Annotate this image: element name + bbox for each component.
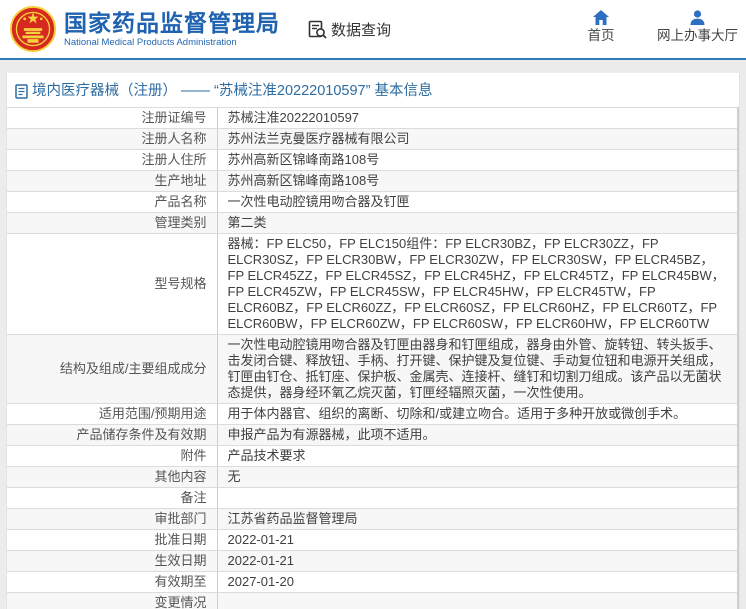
row-label-text: 审批部门 (154, 511, 206, 526)
row-label-text: 附件 (180, 448, 206, 463)
row-label-text: 型号规格 (154, 276, 206, 291)
row-label: 附件 (7, 446, 217, 467)
home-icon (593, 10, 609, 25)
row-label: 注册证编号 (7, 108, 217, 129)
row-label: 注册人住所 (7, 150, 217, 171)
header-logo[interactable]: 国家药品监督管理局 National Medical Products Admi… (10, 6, 280, 52)
row-label: 备注 (7, 488, 217, 509)
row-label-text: 管理类别 (154, 215, 206, 230)
row-value: 用于体内器官、组织的离断、切除和/或建立吻合。适用于多种开放或微创手术。 (217, 404, 738, 425)
table-row: 批准日期 2022-01-21 (7, 530, 738, 551)
table-row: 附件产品技术要求 (7, 446, 738, 467)
table-row: 生效日期 2022-01-21 (7, 551, 738, 572)
nav-item-service-hall[interactable]: 网上办事大厅 (657, 10, 738, 44)
page-gap (0, 60, 746, 73)
agency-name-cn: 国家药品监督管理局 (64, 10, 280, 36)
row-label: 审批部门 (7, 509, 217, 530)
table-row: 管理类别第二类 (7, 213, 738, 234)
row-label: 产品名称 (7, 192, 217, 213)
row-value: 无 (217, 467, 738, 488)
row-value: 申报产品为有源器械，此项不适用。 (217, 425, 738, 446)
row-value: 苏州法兰克曼医疗器械有限公司 (217, 129, 738, 150)
row-label: 有效期至 (7, 572, 217, 593)
table-row: 产品储存条件及有效期申报产品为有源器械，此项不适用。 (7, 425, 738, 446)
row-value: 2027-01-20 (217, 572, 738, 593)
row-value: 2022-01-21 (217, 551, 738, 572)
row-label-text: 有效期至 (154, 574, 206, 589)
row-label: 变更情况 (7, 593, 217, 609)
row-value (217, 488, 738, 509)
row-value (217, 593, 738, 609)
row-value: 产品技术要求 (217, 446, 738, 467)
row-label-text: 其他内容 (154, 469, 206, 484)
person-icon (690, 10, 705, 25)
nav-item-label: 网上办事大厅 (657, 28, 738, 44)
row-label-text: 变更情况 (154, 595, 206, 609)
nav-item-home[interactable]: 首页 (579, 10, 623, 44)
table-row: 结构及组成/主要组成成分一次性电动腔镜用吻合器及钉匣由器身和钉匣组成，器身由外管… (7, 335, 738, 404)
table-row: 备注 (7, 488, 738, 509)
row-label-text: 生效日期 (154, 553, 206, 568)
row-value: 一次性电动腔镜用吻合器及钉匣由器身和钉匣组成，器身由外管、旋转钮、转头扳手、击发… (217, 335, 738, 404)
national-emblem-icon (10, 6, 56, 52)
document-icon (15, 84, 28, 99)
table-row: 生产地址苏州高新区锦峰南路108号 (7, 171, 738, 192)
registration-info-table: 注册证编号苏械注准20222010597注册人名称苏州法兰克曼医疗器械有限公司注… (7, 107, 739, 609)
agency-name-en: National Medical Products Administration (64, 37, 280, 49)
document-search-icon (308, 20, 327, 39)
row-value: 第二类 (217, 213, 738, 234)
row-label: 生效日期 (7, 551, 217, 572)
row-value: 江苏省药品监督管理局 (217, 509, 738, 530)
table-row: 适用范围/预期用途用于体内器官、组织的离断、切除和/或建立吻合。适用于多种开放或… (7, 404, 738, 425)
row-value: 苏州高新区锦峰南路108号 (217, 150, 738, 171)
page-title: 境内医疗器械（注册） —— “苏械注准20222010597” 基本信息 (32, 82, 432, 100)
row-label-text: 适用范围/预期用途 (99, 406, 207, 421)
row-label-text: 批准日期 (154, 532, 206, 547)
data-query-label: 数据查询 (331, 19, 391, 40)
info-table-body: 注册证编号苏械注准20222010597注册人名称苏州法兰克曼医疗器械有限公司注… (7, 108, 738, 609)
page-header: 国家药品监督管理局 National Medical Products Admi… (0, 0, 746, 60)
nav-item-label: 首页 (588, 28, 615, 44)
table-row: 注册人住所苏州高新区锦峰南路108号 (7, 150, 738, 171)
row-label-text: 备注 (180, 490, 206, 505)
row-label-text: 结构及组成/主要组成成分 (60, 361, 207, 376)
row-label-text: 生产地址 (154, 173, 206, 188)
row-label: 注册人名称 (7, 129, 217, 150)
row-value: 器械：FP ELC50，FP ELC150组件：FP ELCR30BZ，FP E… (217, 234, 738, 335)
row-label: 生产地址 (7, 171, 217, 192)
row-label: 适用范围/预期用途 (7, 404, 217, 425)
row-value: 苏械注准20222010597 (217, 108, 738, 129)
row-label: 产品储存条件及有效期 (7, 425, 217, 446)
header-nav: 首页 网上办事大厅 (579, 10, 738, 44)
row-label: 结构及组成/主要组成成分 (7, 335, 217, 404)
data-query-tab[interactable]: 数据查询 (308, 19, 391, 40)
row-value: 2022-01-21 (217, 530, 738, 551)
row-label: 型号规格 (7, 234, 217, 335)
table-row: 其他内容无 (7, 467, 738, 488)
table-row: 注册人名称苏州法兰克曼医疗器械有限公司 (7, 129, 738, 150)
row-label-text: 注册证编号 (141, 110, 206, 125)
table-row: 有效期至 2027-01-20 (7, 572, 738, 593)
table-row: 审批部门江苏省药品监督管理局 (7, 509, 738, 530)
table-row: 产品名称一次性电动腔镜用吻合器及钉匣 (7, 192, 738, 213)
row-value: 一次性电动腔镜用吻合器及钉匣 (217, 192, 738, 213)
row-label: 其他内容 (7, 467, 217, 488)
row-label-text: 产品名称 (154, 194, 206, 209)
content-panel: 境内医疗器械（注册） —— “苏械注准20222010597” 基本信息 注册证… (6, 73, 740, 609)
breadcrumb: 境内医疗器械（注册） —— “苏械注准20222010597” 基本信息 (7, 73, 739, 107)
table-row: 变更情况 (7, 593, 738, 609)
table-row: 型号规格器械：FP ELC50，FP ELC150组件：FP ELCR30BZ，… (7, 234, 738, 335)
row-label-text: 注册人名称 (141, 131, 206, 146)
row-label: 批准日期 (7, 530, 217, 551)
row-value: 苏州高新区锦峰南路108号 (217, 171, 738, 192)
row-label: 管理类别 (7, 213, 217, 234)
table-row: 注册证编号苏械注准20222010597 (7, 108, 738, 129)
row-label-text: 产品储存条件及有效期 (76, 427, 206, 442)
row-label-text: 注册人住所 (141, 152, 206, 167)
